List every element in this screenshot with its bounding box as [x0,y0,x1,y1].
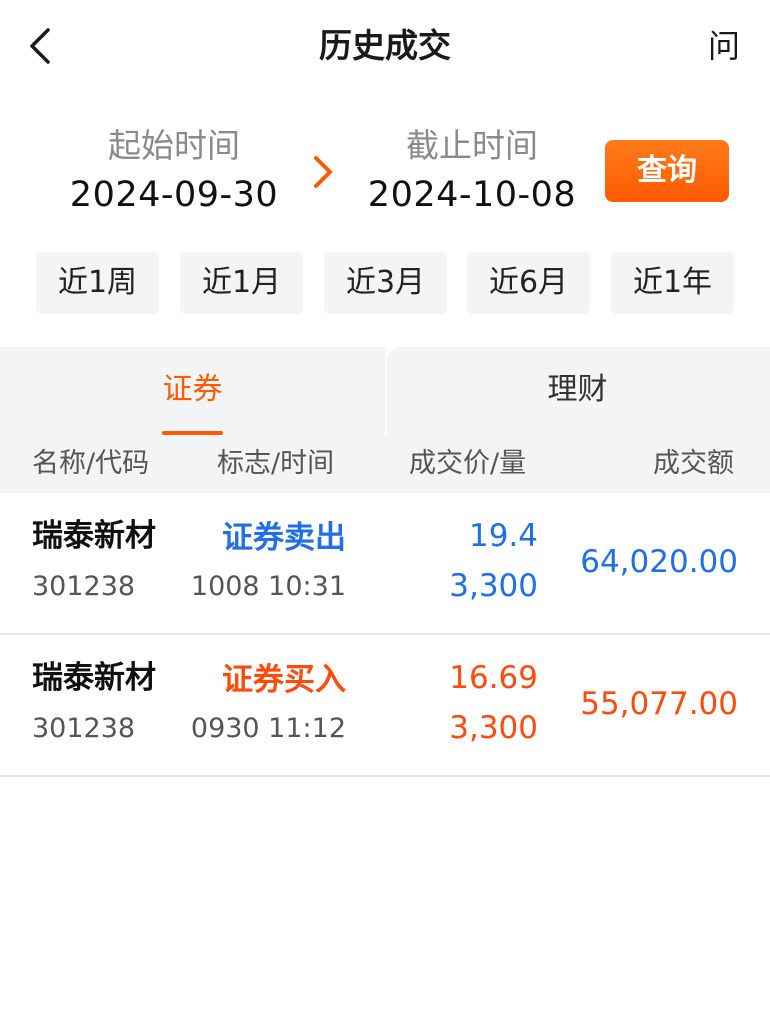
tab-securities-label: 证券 [162,372,223,407]
help-button[interactable]: 问 [708,22,740,70]
start-date-picker[interactable]: 起始时间 2024-09-30 [24,124,324,218]
column-header-price-qty: 成交价/量 [409,448,527,479]
query-button[interactable]: 查询 [605,140,729,202]
range-chip-3months[interactable]: 近3月 [324,252,447,314]
start-date-caption: 起始时间 [108,126,240,165]
quick-range-chips: 近1周 近1月 近3月 近6月 近1年 [36,252,736,314]
page-title: 历史成交 [319,26,451,65]
trade-amount: 55,077.00 [580,686,738,722]
column-header-type-time: 标志/时间 [217,448,335,479]
category-tabs: 证券 理财 [0,347,770,435]
stock-name: 瑞泰新材 [32,518,156,554]
start-date-value[interactable]: 2024-09-30 [24,172,324,218]
top-nav-bar: 历史成交 问 [0,0,770,92]
stock-name: 瑞泰新材 [32,660,156,696]
column-header-amount: 成交额 [653,448,734,479]
trade-price: 19.4 [468,518,538,554]
trade-quantity: 3,300 [449,710,538,746]
range-chip-1year[interactable]: 近1年 [611,252,734,314]
end-date-value[interactable]: 2024-10-08 [322,172,622,218]
trade-price: 16.69 [449,660,538,696]
table-row[interactable]: 瑞泰新材 301238 证券买入 0930 11:12 16.69 3,300 … [0,635,770,777]
range-chip-1week[interactable]: 近1周 [36,252,159,314]
range-chip-1month[interactable]: 近1月 [180,252,303,314]
trade-amount: 64,020.00 [580,544,738,580]
tab-wealth-management[interactable]: 理财 [385,347,770,435]
stock-code: 301238 [32,571,136,602]
end-date-picker[interactable]: 截止时间 2024-10-08 [322,124,622,218]
stock-code: 301238 [32,713,136,744]
trade-time: 0930 11:12 [190,713,346,744]
trade-quantity: 3,300 [449,568,538,604]
table-header: 名称/代码 标志/时间 成交价/量 成交额 [0,435,770,493]
trade-type: 证券买入 [222,662,346,698]
range-chip-6months[interactable]: 近6月 [467,252,590,314]
tab-wealth-management-label: 理财 [547,372,608,407]
table-row[interactable]: 瑞泰新材 301238 证券卖出 1008 10:31 19.4 3,300 6… [0,493,770,635]
end-date-caption: 截止时间 [406,126,538,165]
tab-securities[interactable]: 证券 [0,347,385,435]
trade-time: 1008 10:31 [190,571,346,602]
column-header-name-code: 名称/代码 [32,448,150,479]
trade-type: 证券卖出 [222,520,346,556]
